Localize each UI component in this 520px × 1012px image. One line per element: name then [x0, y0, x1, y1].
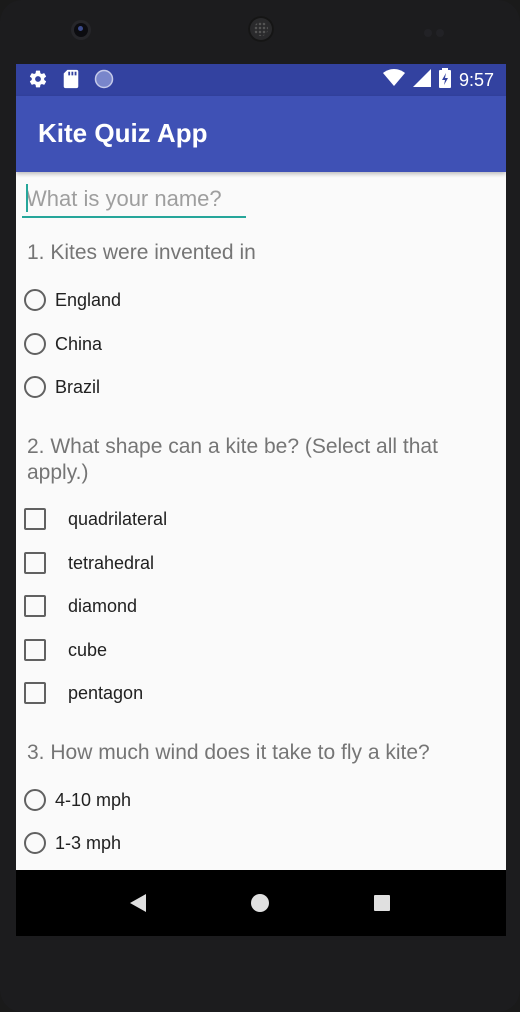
- option-label: Brazil: [55, 376, 101, 397]
- q2-option-tetrahedral[interactable]: tetrahedral: [24, 548, 154, 578]
- battery-icon: [438, 68, 451, 93]
- q3-option-4-10-mph[interactable]: 4-10 mph: [24, 785, 131, 815]
- home-icon[interactable]: [230, 870, 290, 936]
- q3-option-1-3-mph[interactable]: 1-3 mph: [24, 828, 121, 858]
- text-cursor: [26, 184, 28, 212]
- q1-option-china[interactable]: China: [24, 329, 102, 359]
- radio-button[interactable]: [24, 832, 46, 854]
- recents-icon[interactable]: [352, 870, 412, 936]
- proximity-sensor: [424, 24, 452, 37]
- option-label: 1-3 mph: [55, 832, 122, 853]
- checkbox[interactable]: [24, 595, 46, 617]
- option-label: England: [55, 289, 122, 310]
- q2-option-cube[interactable]: cube: [24, 635, 107, 665]
- sd-card-icon: [62, 69, 80, 94]
- option-label: tetrahedral: [68, 552, 155, 573]
- checkbox[interactable]: [24, 552, 46, 574]
- name-input[interactable]: [22, 182, 246, 218]
- radio-button[interactable]: [24, 789, 46, 811]
- option-label: diamond: [68, 595, 138, 616]
- q2-option-pentagon[interactable]: pentagon: [24, 678, 143, 708]
- signal-icon: [412, 69, 431, 92]
- checkbox[interactable]: [24, 639, 46, 661]
- checkbox[interactable]: [24, 682, 46, 704]
- q2-option-diamond[interactable]: diamond: [24, 591, 137, 621]
- back-icon[interactable]: [108, 870, 168, 936]
- app-title: Kite Quiz App: [38, 118, 208, 148]
- q1-option-brazil[interactable]: Brazil: [24, 372, 100, 402]
- question-3-text: 3. How much wind does it take to fly a k…: [27, 741, 430, 764]
- circle-icon: [94, 69, 114, 94]
- radio-button[interactable]: [24, 289, 46, 311]
- wifi-icon: [382, 69, 405, 92]
- app-bar: Kite Quiz App: [16, 96, 506, 172]
- navigation-bar: [16, 870, 506, 936]
- earpiece-speaker: [248, 16, 274, 42]
- option-label: 4-10 mph: [55, 789, 132, 810]
- option-label: China: [55, 333, 103, 354]
- q2-option-quadrilateral[interactable]: quadrilateral: [24, 504, 167, 534]
- clock-time: 9:57: [458, 70, 494, 90]
- radio-button[interactable]: [24, 333, 46, 355]
- app-screen: 9:57 Kite Quiz App 1. Kites were invente…: [16, 64, 506, 936]
- front-camera: [74, 23, 88, 37]
- q1-option-england[interactable]: England: [24, 285, 121, 315]
- radio-button[interactable]: [24, 376, 46, 398]
- status-bar: 9:57: [16, 64, 506, 96]
- option-label: pentagon: [68, 682, 144, 703]
- option-label: quadrilateral: [68, 508, 168, 529]
- option-label: cube: [68, 639, 108, 660]
- gear-icon: [28, 69, 48, 94]
- checkbox[interactable]: [24, 508, 46, 530]
- question-2-text: 2. What shape can a kite be? (Select all…: [27, 435, 438, 484]
- question-1-text: 1. Kites were invented in: [27, 241, 256, 264]
